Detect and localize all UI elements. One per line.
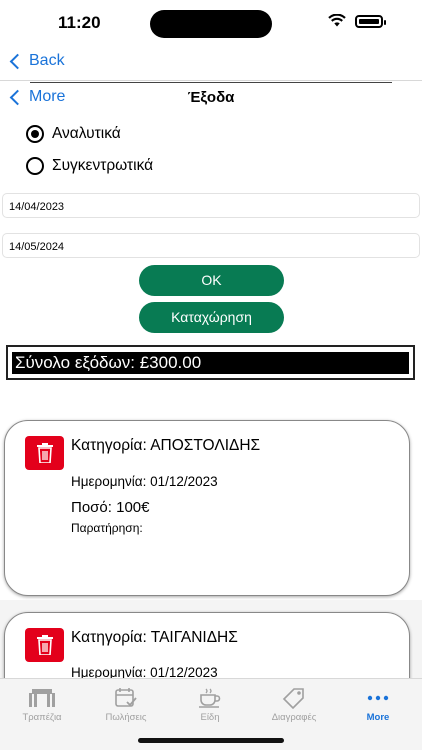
expense-date: Ημερομηνία: 01/12/2023 <box>71 474 218 489</box>
date-from-field[interactable]: 14/04/2023 <box>2 193 420 218</box>
radio-label: Συγκεντρωτικά <box>52 157 154 174</box>
wifi-icon <box>328 14 346 27</box>
status-time: 11:20 <box>58 13 101 32</box>
tab-label: Πωλήσεις <box>105 712 147 723</box>
back-button-label: Back <box>29 52 65 69</box>
expense-note: Παρατήρηση: <box>71 521 143 535</box>
register-button[interactable]: Καταχώρηση <box>139 302 284 333</box>
expense-category: Κατηγορία: ΑΠΟΣΤΟΛΙΔΗΣ <box>71 437 261 454</box>
tab-label: Τραπέζια <box>22 712 62 723</box>
trash-icon <box>36 635 53 655</box>
tab-sales[interactable]: Πωλήσεις <box>84 687 168 723</box>
expense-category: Κατηγορία: ΤΑΙΓΑΝΙΔΗΣ <box>71 629 238 646</box>
battery-icon <box>355 15 386 28</box>
coffee-cup-icon <box>199 688 221 708</box>
delete-button[interactable] <box>25 436 64 470</box>
back-button[interactable]: Back <box>9 52 65 70</box>
tab-label: Είδη <box>200 712 220 723</box>
chevron-left-icon <box>9 53 26 70</box>
radio-button-checked[interactable] <box>26 125 44 143</box>
tag-icon <box>282 688 304 709</box>
divider <box>30 82 392 83</box>
radio-label: Αναλυτικά <box>52 125 121 142</box>
inner-navigation-bar: More Έξοδα <box>0 84 422 112</box>
radio-option-summary[interactable]: Συγκεντρωτικά <box>26 157 153 175</box>
total-expenses-box: Σύνολο εξόδων: £300.00 <box>6 345 415 380</box>
tab-deletions[interactable]: Διαγραφές <box>252 687 336 723</box>
tab-items[interactable]: Είδη <box>168 687 252 723</box>
tab-more[interactable]: More <box>336 687 420 723</box>
home-indicator <box>138 738 284 743</box>
tab-label: Διαγραφές <box>271 712 317 723</box>
date-to-field[interactable]: 14/05/2024 <box>2 233 420 258</box>
dynamic-island <box>150 10 272 38</box>
table-icon <box>29 689 55 707</box>
divider <box>0 80 422 81</box>
page-title: Έξοδα <box>187 89 235 106</box>
more-dots-icon <box>367 695 389 701</box>
radio-option-analytic[interactable]: Αναλυτικά <box>26 125 121 143</box>
delete-button[interactable] <box>25 628 64 662</box>
expense-amount: Ποσό: 100€ <box>71 499 150 516</box>
status-bar: 11:20 <box>0 0 422 46</box>
tab-label: More <box>366 712 390 723</box>
calendar-check-icon <box>115 688 137 707</box>
radio-button-unchecked[interactable] <box>26 157 44 175</box>
expense-card[interactable]: Κατηγορία: ΑΠΟΣΤΟΛΙΔΗΣ Ημερομηνία: 01/12… <box>4 420 410 596</box>
ok-button[interactable]: OK <box>139 265 284 296</box>
trash-icon <box>36 443 53 463</box>
top-navigation-bar: Back <box>0 46 422 83</box>
total-expenses-label: Σύνολο εξόδων: £300.00 <box>12 352 409 374</box>
tab-tables[interactable]: Τραπέζια <box>0 687 84 723</box>
